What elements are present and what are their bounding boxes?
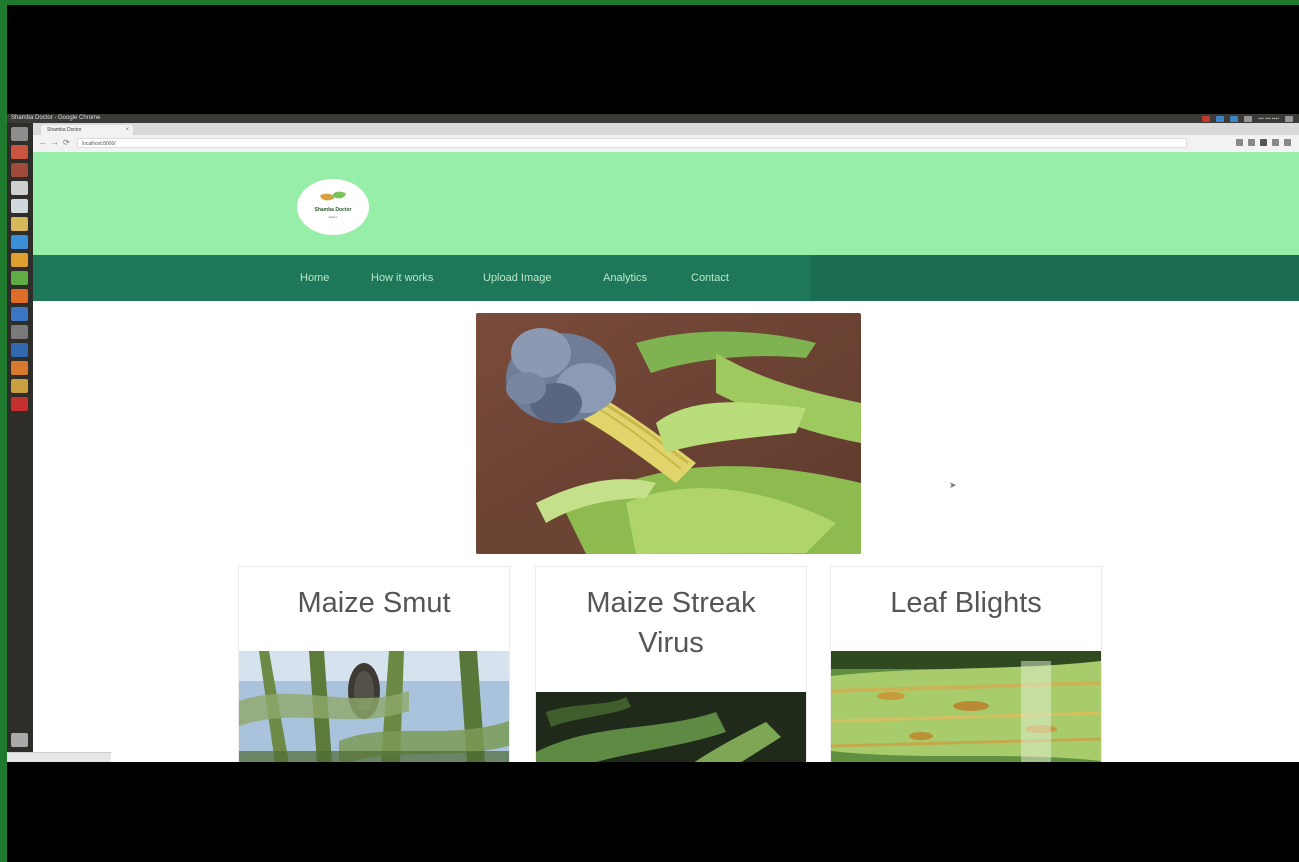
launcher-search-icon[interactable] <box>11 127 28 141</box>
site-header: Shamba Doctor tagline <box>33 152 1299 255</box>
tray-status-text: ▪▪▪ ▪▪▪ ▪▪▪▪ <box>1258 115 1279 122</box>
launcher-folder-icon[interactable] <box>11 253 28 267</box>
tray-mail-icon[interactable] <box>1244 115 1253 122</box>
launcher-app2-icon[interactable] <box>11 379 28 393</box>
launcher-firefox-icon[interactable] <box>11 361 28 375</box>
site-logo[interactable]: Shamba Doctor tagline <box>297 179 369 235</box>
extension-icon[interactable] <box>1260 139 1267 146</box>
video-frame: Shamba Doctor - Google Chrome ▪▪▪ ▪▪▪ ▪▪… <box>7 5 1299 862</box>
hero-image <box>476 313 861 554</box>
main-navigation: Home How it works Upload Image Analytics… <box>33 255 1299 301</box>
launcher-editor-icon[interactable] <box>11 343 28 357</box>
desktop-screen: Shamba Doctor - Google Chrome ▪▪▪ ▪▪▪ ▪▪… <box>7 114 1299 762</box>
nav-how-it-works[interactable]: How it works <box>371 255 433 301</box>
nav-contact[interactable]: Contact <box>691 255 729 301</box>
launcher-store-icon[interactable] <box>11 397 28 411</box>
webpage-viewport: Shamba Doctor tagline Home How it works … <box>33 152 1299 762</box>
window-title: Shamba Doctor - Google Chrome <box>11 115 101 121</box>
card-title: Maize Streak Virus <box>586 587 756 659</box>
leaf-icon <box>331 189 347 201</box>
extension-icons <box>1236 139 1291 146</box>
disease-card-maize-streak-virus[interactable]: Maize Streak Virus <box>535 566 807 762</box>
menu-icon[interactable] <box>1284 139 1291 146</box>
extension-icon[interactable] <box>1272 139 1279 146</box>
launcher-document-icon[interactable] <box>11 307 28 321</box>
os-top-panel: Shamba Doctor - Google Chrome ▪▪▪ ▪▪▪ ▪▪… <box>7 114 1299 123</box>
tray-gear-icon[interactable] <box>1285 115 1293 122</box>
launcher-app-icon[interactable] <box>11 163 28 177</box>
nav-home[interactable]: Home <box>300 255 329 301</box>
reload-icon[interactable]: ⟳ <box>63 138 70 147</box>
card-image <box>536 692 806 762</box>
card-title: Maize Smut <box>297 587 451 619</box>
card-image <box>239 651 509 762</box>
launcher-spreadsheet-icon[interactable] <box>11 271 28 285</box>
launcher-chrome-icon[interactable] <box>11 199 28 213</box>
tray-network-icon[interactable] <box>1230 115 1239 122</box>
browser-tab[interactable]: Shamba Doctor × <box>41 125 133 135</box>
browser-toolbar: ← → ⟳ localhost:8000/ <box>33 135 1299 153</box>
launcher-browser-icon[interactable] <box>11 235 28 249</box>
launcher-terminal-icon[interactable] <box>11 181 28 195</box>
back-icon[interactable]: ← <box>39 138 47 147</box>
nav-analytics[interactable]: Analytics <box>603 255 647 301</box>
launcher-settings-icon[interactable] <box>11 325 28 339</box>
system-tray: ▪▪▪ ▪▪▪ ▪▪▪▪ <box>1202 115 1293 122</box>
disease-card-leaf-blights[interactable]: Leaf Blights <box>830 566 1102 762</box>
disease-card-maize-smut[interactable]: Maize Smut <box>238 566 510 762</box>
cursor-arrow-icon: ➤ <box>949 480 957 490</box>
app-launcher <box>7 123 33 762</box>
logo-name: Shamba Doctor <box>314 207 352 213</box>
star-icon[interactable] <box>1236 139 1243 146</box>
launcher-text-icon[interactable] <box>11 217 28 231</box>
card-title: Leaf Blights <box>890 587 1042 619</box>
tray-dropbox-icon[interactable] <box>1216 115 1225 122</box>
download-shelf <box>7 752 111 762</box>
nav-bar-extension <box>811 255 1299 301</box>
browser-tab-bar: Shamba Doctor × <box>33 123 1299 135</box>
launcher-trash-icon[interactable] <box>11 733 28 747</box>
tab-title: Shamba Doctor <box>47 127 82 133</box>
extension-icon[interactable] <box>1248 139 1255 146</box>
address-bar[interactable]: localhost:8000/ <box>77 138 1187 148</box>
logo-tagline: tagline <box>328 215 338 219</box>
forward-icon[interactable]: → <box>51 138 59 147</box>
card-image <box>831 651 1101 762</box>
tray-record-icon[interactable] <box>1202 115 1211 122</box>
nav-upload-image[interactable]: Upload Image <box>483 255 552 301</box>
launcher-files-icon[interactable] <box>11 145 28 159</box>
launcher-presentation-icon[interactable] <box>11 289 28 303</box>
tab-close-icon[interactable]: × <box>125 125 129 135</box>
